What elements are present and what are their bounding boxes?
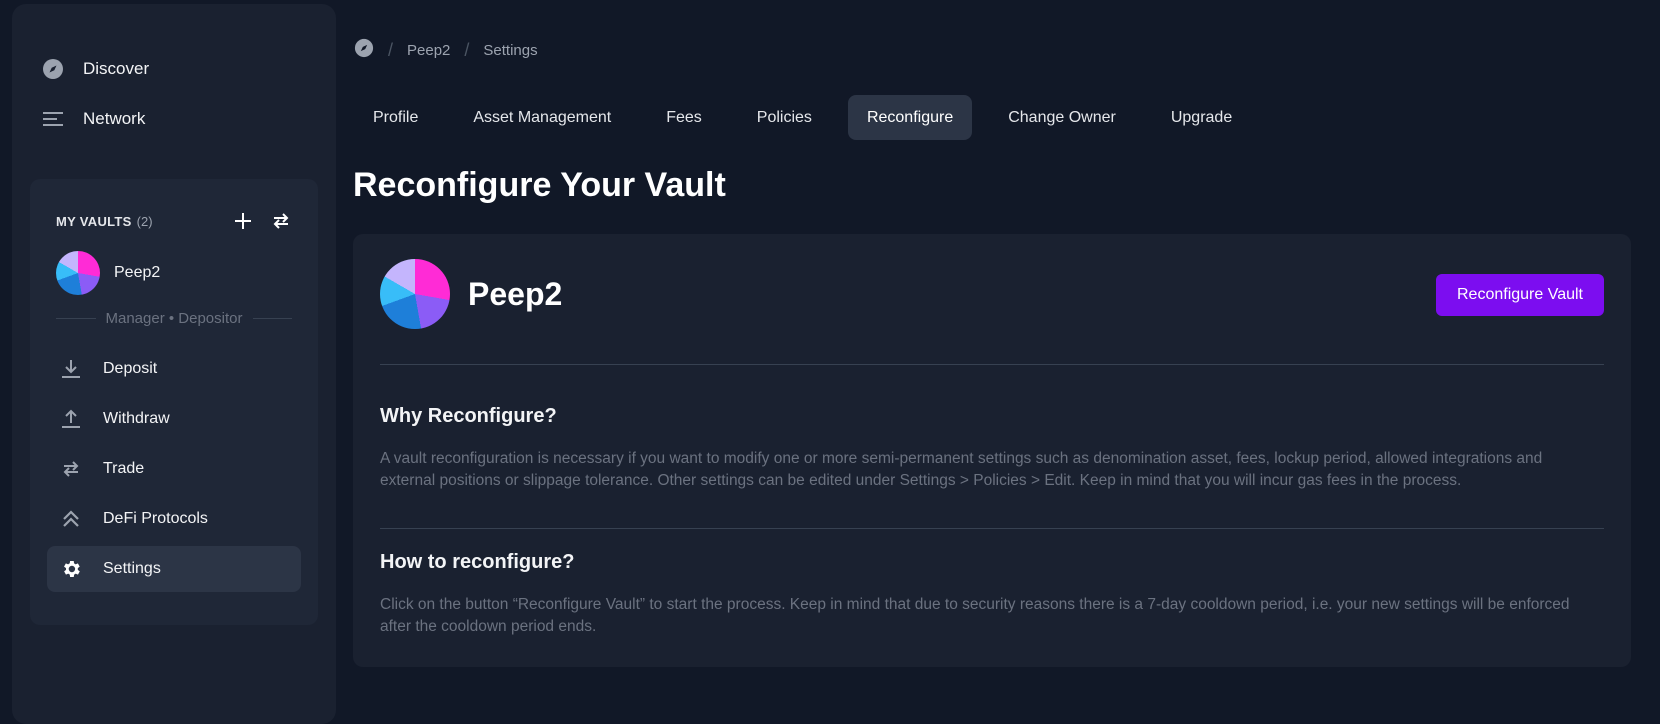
vault-menu-trade[interactable]: Trade: [47, 446, 301, 492]
nav-item-network[interactable]: Network: [41, 94, 149, 144]
breadcrumb-settings[interactable]: Settings: [483, 42, 537, 59]
download-icon: [59, 357, 83, 381]
tab-fees[interactable]: Fees: [647, 95, 721, 140]
vault-name: Peep2: [468, 275, 563, 312]
nav-label: Discover: [83, 59, 150, 78]
switch-vault-button[interactable]: [270, 210, 292, 232]
divider: [380, 528, 1604, 529]
upload-icon: [59, 407, 83, 431]
tab-reconfigure[interactable]: Reconfigure: [847, 95, 973, 140]
menu-label: Trade: [103, 460, 145, 477]
swap-icon: [273, 213, 289, 229]
vault-avatar: [56, 251, 100, 295]
sidebar: Discover Network MY VAULTS (2) Peep2 Man…: [12, 4, 336, 724]
vault-roles: Manager • Depositor: [56, 310, 292, 327]
current-vault[interactable]: Peep2: [56, 251, 160, 295]
my-vaults-header: MY VAULTS (2): [56, 209, 292, 233]
swap-icon: [59, 457, 83, 481]
network-icon: [41, 107, 65, 131]
menu-label: Settings: [103, 560, 161, 577]
compass-icon: [41, 57, 65, 81]
tab-upgrade[interactable]: Upgrade: [1152, 95, 1251, 140]
vault-menu-settings[interactable]: Settings: [47, 546, 301, 592]
chevrons-up-icon: [59, 507, 83, 531]
my-vaults-card: MY VAULTS (2) Peep2 Manager • Depositor: [30, 179, 318, 625]
vault-menu-withdraw[interactable]: Withdraw: [47, 396, 301, 442]
vault-menu-deposit[interactable]: Deposit: [47, 346, 301, 392]
reconfigure-panel: Peep2 Reconfigure Vault Why Reconfigure?…: [353, 234, 1631, 667]
nav-item-discover[interactable]: Discover: [41, 44, 149, 94]
why-title: Why Reconfigure?: [380, 405, 557, 427]
plus-icon: [235, 213, 251, 229]
nav-label: Network: [83, 109, 146, 128]
tab-asset-management[interactable]: Asset Management: [454, 95, 630, 140]
reconfigure-vault-button[interactable]: Reconfigure Vault: [1436, 274, 1604, 316]
vault-name: Peep2: [114, 264, 161, 281]
page-title: Reconfigure Your Vault: [353, 166, 726, 204]
divider: [380, 364, 1604, 365]
vault-menu-defi[interactable]: DeFi Protocols: [47, 496, 301, 542]
why-text: A vault reconfiguration is necessary if …: [380, 450, 1543, 489]
how-text: Click on the button “Reconfigure Vault” …: [380, 596, 1570, 635]
compass-icon[interactable]: [354, 38, 374, 62]
panel-header: Peep2: [380, 259, 562, 329]
roles-text: Manager • Depositor: [105, 310, 243, 327]
add-vault-button[interactable]: [232, 210, 254, 232]
tab-change-owner[interactable]: Change Owner: [989, 95, 1135, 140]
tab-policies[interactable]: Policies: [738, 95, 831, 140]
vault-menu: Deposit Withdraw Trade DeFi Protocols Se…: [47, 346, 301, 596]
my-vaults-count: (2): [136, 213, 153, 229]
menu-label: Withdraw: [103, 410, 170, 427]
gear-icon: [59, 557, 83, 581]
menu-label: Deposit: [103, 360, 158, 377]
breadcrumb: / Peep2 / Settings: [354, 38, 538, 62]
vault-avatar: [380, 259, 450, 329]
my-vaults-title: MY VAULTS: [56, 213, 132, 229]
menu-label: DeFi Protocols: [103, 510, 208, 527]
main-nav: Discover Network: [41, 44, 149, 144]
how-title: How to reconfigure?: [380, 551, 575, 573]
tab-profile[interactable]: Profile: [354, 95, 437, 140]
settings-tabs: Profile Asset Management Fees Policies R…: [354, 95, 1268, 140]
breadcrumb-vault[interactable]: Peep2: [407, 42, 450, 59]
